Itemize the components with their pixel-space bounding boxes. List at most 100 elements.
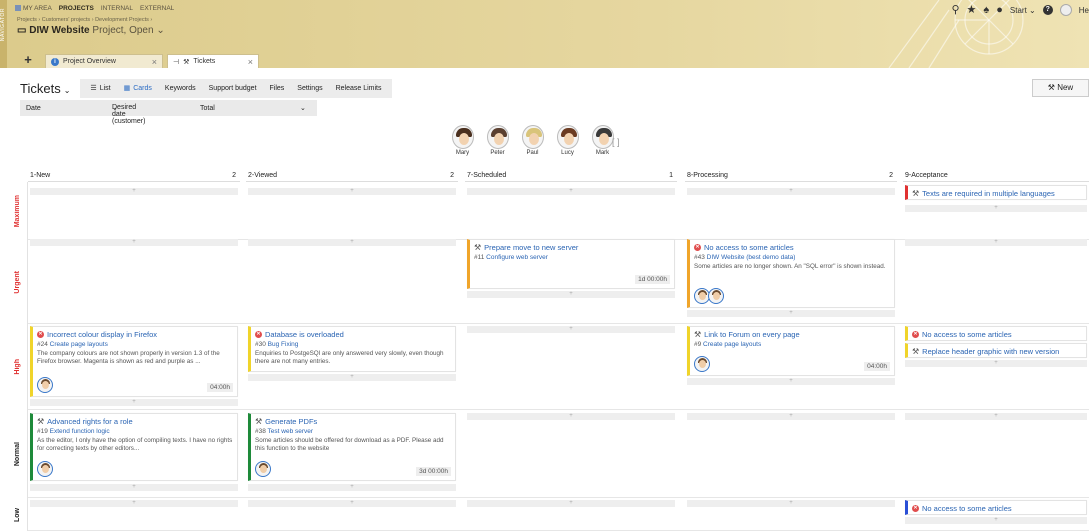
new-button[interactable]: ⚒ New [1032,79,1089,97]
add-card-row[interactable]: + [687,310,895,317]
add-card-row[interactable]: + [687,500,895,507]
card-title[interactable]: ⚒ Replace header graphic with new version [912,347,1082,356]
expand-icon[interactable]: [ ] [612,137,620,147]
project-name[interactable]: DIW Website [29,25,89,36]
filter-total[interactable]: Total [200,105,215,112]
column-header[interactable]: 8-Processing 2 [685,170,897,182]
ticket-card[interactable]: ✕ No access to some articles #43 DIW Websi… [687,239,895,308]
add-card-row[interactable]: + [905,239,1087,246]
start-menu[interactable]: Start ⌄ [1010,6,1036,15]
add-card-row[interactable]: + [905,205,1087,212]
ticket-card[interactable]: ⚒ Prepare move to new server #11 Configure… [467,239,675,289]
column-header[interactable]: 9-Acceptance [903,170,1089,182]
card-title[interactable]: ⚒ Advanced rights for a role [37,417,233,426]
add-tab-button[interactable]: + [15,53,41,68]
menu-my-area[interactable]: MY AREA [15,5,52,12]
card-title[interactable]: ✕ No access to some articles [694,243,890,252]
chevron-down-icon[interactable]: ⌄ [300,104,306,112]
search-icon[interactable]: ⚲ [951,4,959,16]
page-title[interactable]: Tickets ⌄ [20,81,70,96]
card-title[interactable]: ✕ No access to some articles [912,504,1082,513]
card-parent-link[interactable]: #43 DIW Website (best demo data) [694,254,890,261]
navigator-strip[interactable]: NAVIGATOR [0,0,7,68]
add-card-row[interactable]: + [905,413,1087,420]
swimlane-label[interactable]: Urgent [8,240,28,324]
column-header[interactable]: 1-New 2 [28,170,240,182]
assignee-avatar[interactable] [37,377,53,393]
card-parent-link[interactable]: #30 Bug Fixing [255,341,451,348]
add-card-row[interactable]: + [467,500,675,507]
tab-release-limits[interactable]: Release Limits [330,85,388,92]
tab-tickets[interactable]: ⊣ ⚒ Tickets × [167,54,259,68]
card-parent-link[interactable]: #19 Extend function logic [37,428,233,435]
swimlane-label[interactable]: Normal [8,410,28,498]
tab-files[interactable]: Files [264,85,291,92]
tab-project-overview[interactable]: i Project Overview × [45,54,163,68]
add-card-row[interactable]: + [248,500,456,507]
menu-external[interactable]: EXTERNAL [140,5,174,12]
add-card-row[interactable]: + [30,484,238,491]
close-icon[interactable]: × [152,57,157,67]
assignee-avatar[interactable] [694,356,710,372]
add-card-row[interactable]: + [248,484,456,491]
ticket-card[interactable]: ⚒ Generate PDFs #38 Test web server Some ar… [248,413,456,481]
add-card-row[interactable]: + [905,517,1087,524]
add-card-row[interactable]: + [687,188,895,195]
menu-projects[interactable]: PROJECTS [59,5,94,12]
ticket-card[interactable]: ✕ No access to some articles [905,326,1087,341]
filter-desired-date[interactable]: Desired date (customer) ⌄ [112,104,145,125]
assignee-avatar[interactable] [708,288,724,304]
card-parent-link[interactable]: #11 Configure web server [474,254,670,261]
person-paul[interactable]: Paul [520,125,545,156]
add-card-row[interactable]: + [248,374,456,381]
add-card-row[interactable]: + [905,360,1087,367]
add-card-row[interactable]: + [248,188,456,195]
add-card-row[interactable]: + [30,188,238,195]
tab-support-budget[interactable]: Support budget [203,85,263,92]
chevron-down-icon[interactable]: ⌄ [154,25,164,36]
menu-internal[interactable]: INTERNAL [101,5,133,12]
user-avatar[interactable] [1059,4,1072,16]
add-card-row[interactable]: + [30,500,238,507]
ticket-card[interactable]: ⚒ Link to Forum on every page #9 Create pa… [687,326,895,376]
assignee-avatar[interactable] [37,461,53,477]
add-card-row[interactable]: + [248,239,456,246]
card-title[interactable]: ⚒ Prepare move to new server [474,243,670,252]
add-card-row[interactable]: + [30,239,238,246]
add-card-row[interactable]: + [467,413,675,420]
ticket-card[interactable]: ⚒ Replace header graphic with new version [905,343,1087,358]
card-title[interactable]: ⚒ Generate PDFs [255,417,451,426]
ticket-card[interactable]: ⚒ Texts are required in multiple language… [905,185,1087,200]
ticket-card[interactable]: ✕ Database is overloaded #30 Bug Fixing Enq… [248,326,456,372]
ticket-card[interactable]: ✕ No access to some articles [905,500,1087,515]
person-mary[interactable]: Mary [450,125,475,156]
column-header[interactable]: 2-Viewed 2 [246,170,458,182]
tab-keywords[interactable]: Keywords [159,85,202,92]
bell-icon[interactable]: ♠ [983,4,989,16]
person-peter[interactable]: Peter [485,125,510,156]
card-title[interactable]: ✕ Incorrect colour display in Firefox [37,330,233,339]
swimlane-label[interactable]: High [8,324,28,410]
help-icon[interactable]: ? [1042,5,1053,15]
add-card-row[interactable]: + [687,413,895,420]
tab-list[interactable]: ☰ List [84,84,116,93]
ticket-card[interactable]: ⚒ Advanced rights for a role #19 Extend fu… [30,413,238,481]
filter-date[interactable]: Date [26,105,41,112]
assignee-avatar[interactable] [255,461,271,477]
star-icon[interactable]: ★ [967,4,977,16]
close-icon[interactable]: × [248,57,253,67]
card-title[interactable]: ⚒ Link to Forum on every page [694,330,890,339]
add-card-row[interactable]: + [30,399,238,406]
card-title[interactable]: ✕ Database is overloaded [255,330,451,339]
column-header[interactable]: 7-Scheduled 1 [465,170,677,182]
timer-icon[interactable]: ● [996,4,1003,16]
card-parent-link[interactable]: #38 Test web server [255,428,451,435]
card-parent-link[interactable]: #9 Create page layouts [694,341,890,348]
card-parent-link[interactable]: #24 Create page layouts [37,341,233,348]
swimlane-label[interactable]: Maximum [8,182,28,240]
tab-cards[interactable]: ▦ Cards [118,84,158,93]
add-card-row[interactable]: + [467,188,675,195]
add-card-row[interactable]: + [687,378,895,385]
breadcrumb[interactable]: Projects › Customers' projects › Develop… [17,17,152,23]
card-title[interactable]: ✕ No access to some articles [912,330,1082,339]
